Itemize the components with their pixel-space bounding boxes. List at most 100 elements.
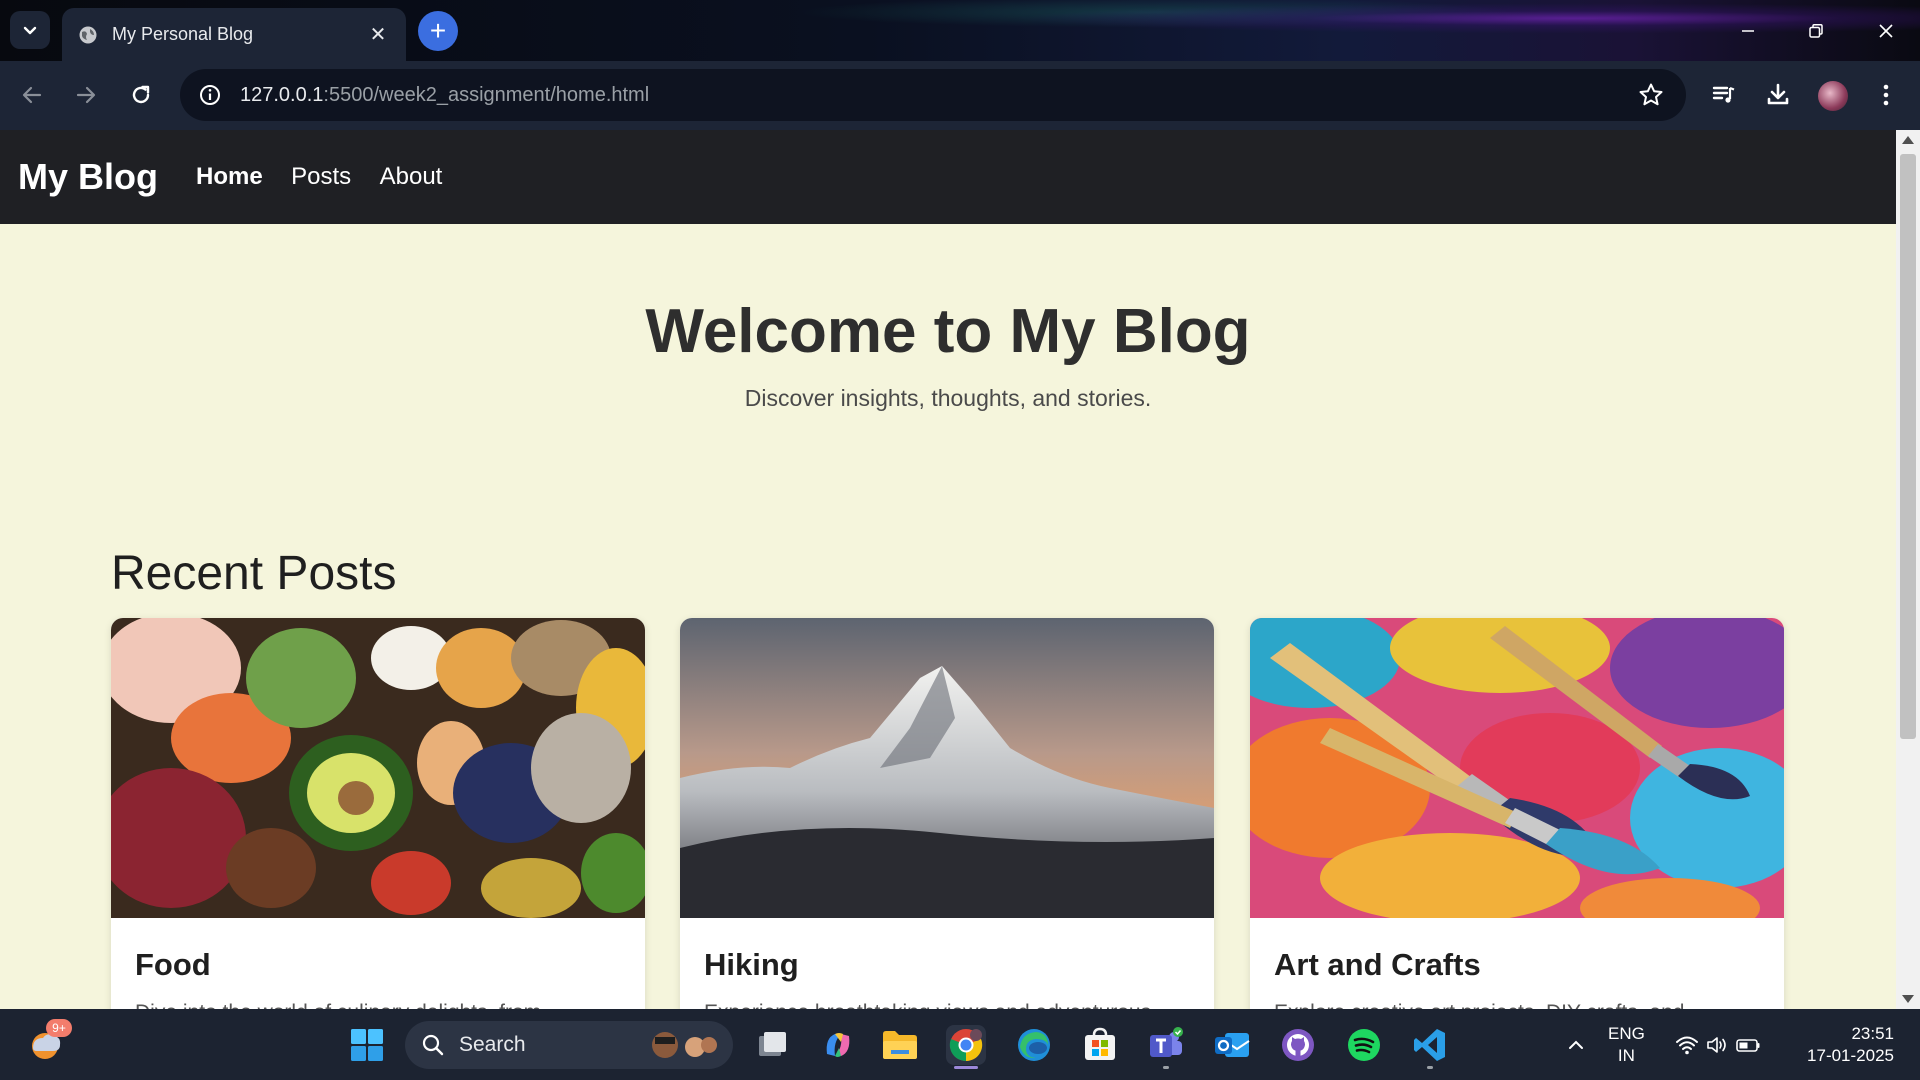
- downloads-button[interactable]: [1760, 77, 1796, 113]
- scrollbar-thumb[interactable]: [1900, 154, 1916, 739]
- edge-icon: [1018, 1029, 1050, 1061]
- mountain-photo: [680, 618, 1214, 918]
- windows-taskbar: 9+ Search ENG IN 23:51 17-01-2025: [0, 1009, 1920, 1080]
- ms-store-button[interactable]: [1080, 1025, 1120, 1065]
- reload-icon: [132, 85, 150, 104]
- clock-date: 17-01-2025: [1807, 1046, 1894, 1065]
- lang-secondary: IN: [1617, 1046, 1635, 1065]
- kebab-menu-icon: [1883, 84, 1889, 106]
- browser-tab-active[interactable]: My Personal Blog ✕: [62, 8, 406, 61]
- chrome-taskbar-button[interactable]: [946, 1025, 986, 1069]
- hero-section: Welcome to My Blog Discover insights, th…: [0, 224, 1896, 412]
- card-title[interactable]: Food: [135, 947, 645, 983]
- search-highlight-icon: [652, 1032, 717, 1058]
- address-bar[interactable]: 127.0.0.1:5500/week2_assignment/home.htm…: [180, 69, 1686, 121]
- search-icon: [422, 1034, 444, 1056]
- card-title[interactable]: Hiking: [704, 947, 1214, 983]
- browser-titlebar: My Personal Blog ✕ +: [0, 0, 1920, 61]
- nav-home-link[interactable]: Home: [196, 163, 263, 190]
- nav-posts-link[interactable]: Posts: [291, 163, 351, 190]
- battery-icon: [1736, 1039, 1760, 1052]
- spotify-button[interactable]: [1344, 1025, 1384, 1065]
- outlook-button[interactable]: [1212, 1025, 1252, 1065]
- tab-search-button[interactable]: [10, 11, 50, 49]
- reload-button[interactable]: [123, 77, 159, 113]
- browser-menu-button[interactable]: [1868, 77, 1904, 113]
- widgets-button[interactable]: 9+: [26, 1019, 72, 1063]
- restore-button[interactable]: [1782, 0, 1850, 61]
- scroll-up-arrow-icon[interactable]: [1902, 136, 1914, 144]
- download-icon: [1767, 83, 1789, 105]
- edge-button[interactable]: [1014, 1025, 1054, 1065]
- wifi-icon: [1676, 1036, 1698, 1055]
- card-title[interactable]: Art and Crafts: [1274, 947, 1784, 983]
- start-button[interactable]: [347, 1025, 387, 1065]
- taskbar-search-box[interactable]: Search: [405, 1021, 733, 1069]
- post-card-hiking[interactable]: Hiking Experience breathtaking views and…: [680, 618, 1214, 1009]
- recent-posts-heading: Recent Posts: [111, 547, 397, 600]
- hero-subtitle: Discover insights, thoughts, and stories…: [744, 385, 1152, 411]
- clock-time: 23:51: [1851, 1024, 1894, 1043]
- post-card-food[interactable]: Food Dive into the world of culinary del…: [111, 618, 645, 1009]
- tab-title: My Personal Blog: [112, 24, 254, 44]
- copilot-button[interactable]: [818, 1025, 858, 1065]
- chevron-up-icon: [1569, 1040, 1583, 1049]
- profile-avatar[interactable]: [1818, 81, 1848, 111]
- outlook-icon: [1215, 1033, 1250, 1057]
- file-explorer-button[interactable]: [880, 1025, 920, 1065]
- task-view-button[interactable]: [752, 1025, 792, 1065]
- site-header: My Blog Home Posts About: [0, 130, 1896, 224]
- url-host: 127.0.0.1: [240, 83, 324, 106]
- minimize-button[interactable]: [1714, 0, 1782, 61]
- lang-primary: ENG: [1608, 1024, 1645, 1043]
- input-language-indicator[interactable]: ENG IN: [1608, 1023, 1645, 1067]
- running-app-indicator: [1427, 1066, 1433, 1069]
- close-icon: [1879, 23, 1893, 38]
- minimize-icon: [1742, 29, 1754, 32]
- active-app-indicator: [954, 1066, 978, 1069]
- copilot-icon: [826, 1033, 850, 1057]
- scroll-down-arrow-icon[interactable]: [1902, 995, 1914, 1003]
- site-logo[interactable]: My Blog: [18, 156, 158, 198]
- globe-icon: [79, 26, 97, 43]
- hero-title: Welcome to My Blog: [645, 297, 1251, 366]
- github-desktop-button[interactable]: [1278, 1025, 1318, 1065]
- forward-button[interactable]: [68, 77, 104, 113]
- back-button[interactable]: [14, 77, 50, 113]
- card-excerpt: Dive into the world of culinary delights…: [135, 1001, 621, 1009]
- widgets-badge: 9+: [46, 1019, 72, 1037]
- site-nav: Home Posts About: [196, 163, 466, 191]
- taskbar-clock[interactable]: 23:51 17-01-2025: [1790, 1023, 1894, 1067]
- teams-icon: [1150, 1027, 1183, 1057]
- browser-toolbar: 127.0.0.1:5500/week2_assignment/home.htm…: [0, 61, 1920, 130]
- card-excerpt: Explore creative art projects, DIY craft…: [1274, 1001, 1760, 1009]
- close-window-button[interactable]: [1852, 0, 1920, 61]
- chevron-down-icon: [23, 26, 37, 35]
- bookmark-star-icon[interactable]: [1638, 82, 1664, 113]
- nav-about-link[interactable]: About: [380, 163, 443, 190]
- page-viewport: My Blog Home Posts About Welcome to My B…: [0, 130, 1920, 1009]
- post-card-art[interactable]: Art and Crafts Explore creative art proj…: [1250, 618, 1784, 1009]
- quick-settings-button[interactable]: [1668, 1025, 1768, 1065]
- teams-button[interactable]: [1146, 1025, 1186, 1069]
- food-photo: [111, 618, 645, 918]
- playlist-music-icon: [1712, 86, 1735, 103]
- folder-icon: [883, 1031, 917, 1059]
- new-tab-button[interactable]: +: [418, 11, 458, 51]
- search-label: Search: [459, 1033, 526, 1056]
- media-controls-button[interactable]: [1706, 77, 1742, 113]
- restore-icon: [1809, 23, 1823, 38]
- vertical-scrollbar[interactable]: [1896, 130, 1920, 1009]
- chrome-icon: [949, 1029, 983, 1062]
- arrow-right-icon: [76, 86, 96, 104]
- store-icon: [1085, 1027, 1115, 1060]
- url-path: :5500/week2_assignment/home.html: [323, 83, 650, 106]
- running-app-indicator: [1163, 1066, 1169, 1069]
- spotify-icon: [1348, 1029, 1380, 1061]
- close-tab-icon[interactable]: ✕: [366, 22, 390, 47]
- vscode-button[interactable]: [1410, 1025, 1450, 1069]
- site-info-icon[interactable]: [196, 81, 224, 109]
- vscode-icon: [1414, 1029, 1445, 1061]
- show-hidden-icons-button[interactable]: [1556, 1025, 1596, 1065]
- github-icon: [1282, 1029, 1314, 1061]
